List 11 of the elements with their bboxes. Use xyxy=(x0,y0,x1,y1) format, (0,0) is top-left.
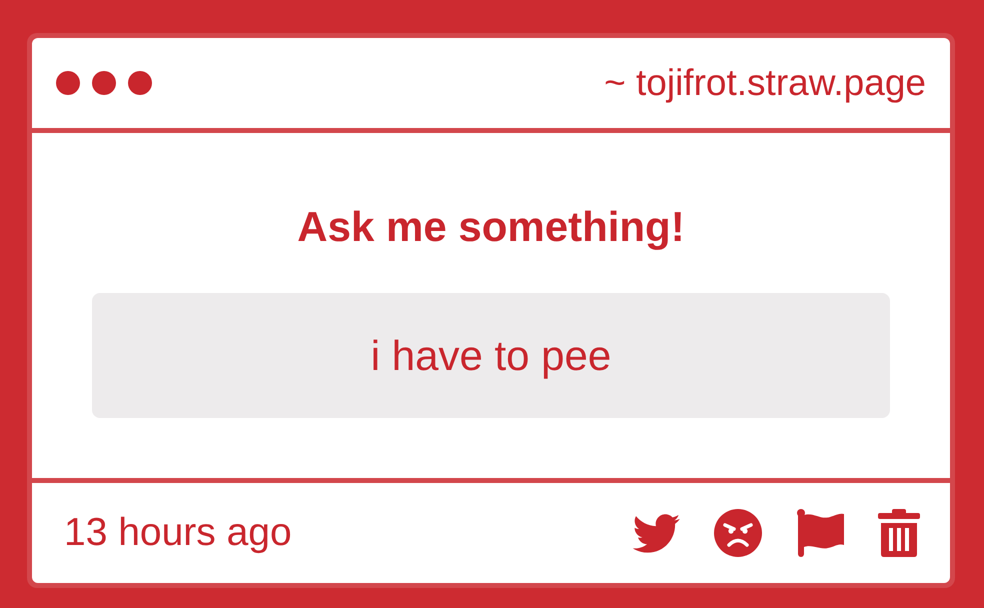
dot-icon xyxy=(128,71,152,95)
dot-icon xyxy=(56,71,80,95)
angry-face-icon[interactable] xyxy=(714,509,762,557)
flag-icon[interactable] xyxy=(796,509,844,557)
page-address: ~ tojifrot.straw.page xyxy=(604,62,926,104)
prompt-title: Ask me something! xyxy=(297,202,685,252)
dot-icon xyxy=(92,71,116,95)
trash-icon[interactable] xyxy=(878,509,920,557)
timestamp: 13 hours ago xyxy=(64,511,292,555)
question-text: i have to pee xyxy=(92,293,890,418)
bird-icon[interactable] xyxy=(631,514,680,552)
